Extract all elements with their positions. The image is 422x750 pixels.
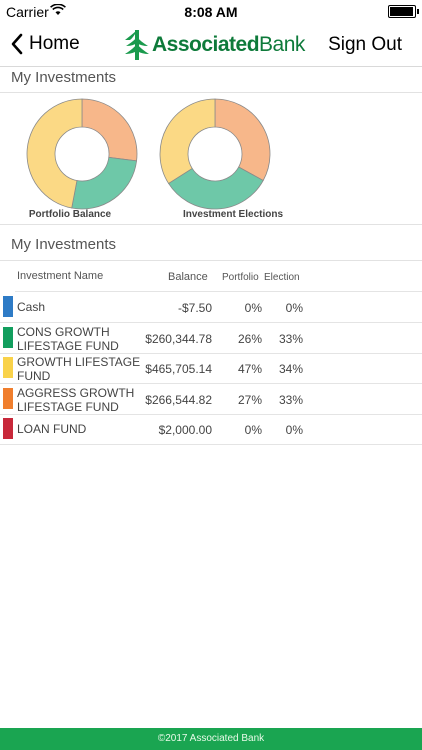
investment-name: AGGRESS GROWTH LIFESTAGE FUND [17, 386, 134, 414]
tree-logo-icon [125, 30, 149, 60]
investment-name-line1: AGGRESS GROWTH [17, 386, 135, 400]
investment-name-line2: FUND [17, 369, 51, 383]
divider [0, 260, 422, 261]
table-row[interactable]: GROWTH LIFESTAGE FUND $465,705.14 47% 34% [0, 353, 422, 383]
election-percent: 33% [278, 332, 303, 346]
portfolio-percent: 27% [237, 393, 262, 407]
balance-value: $260,344.78 [145, 332, 212, 346]
investment-name-line1: CONS GROWTH [17, 325, 110, 339]
table-row[interactable]: AGGRESS GROWTH LIFESTAGE FUND $266,544.82 2… [0, 384, 422, 414]
row-color-swatch [3, 357, 13, 378]
battery-icon [388, 5, 419, 18]
divider [0, 92, 422, 93]
navigation-bar: Home AssociatedBank Sign Out [0, 22, 422, 67]
elections-slice-aggress-growth-lifestage-fund [214, 98, 271, 182]
footer: ©2017 Associated Bank [0, 728, 422, 750]
portfolio-percent: 47% [237, 362, 262, 376]
section-title-table: My Investments [11, 236, 117, 253]
investment-name: GROWTH LIFESTAGE FUND [17, 355, 140, 383]
status-time: 8:08 AM [184, 4, 238, 20]
row-color-swatch [3, 418, 13, 439]
balance-value: $2,000.00 [158, 423, 212, 437]
portfolio-slice-cons-growth-lifestage-fund [71, 156, 138, 210]
election-percent: 0% [285, 301, 303, 315]
row-color-swatch [3, 327, 13, 348]
column-header-investment-name: Investment Name [17, 270, 104, 282]
back-button[interactable]: Home [10, 31, 80, 57]
investment-name: LOAN FUND [17, 422, 86, 436]
table-row[interactable]: LOAN FUND $2,000.00 0% 0% [0, 414, 422, 444]
investment-name-line2: LIFESTAGE FUND [17, 400, 119, 414]
elections-slice-growth-lifestage-fund [159, 98, 216, 185]
back-button-label: Home [29, 33, 80, 54]
election-percent: 0% [285, 423, 303, 437]
sign-out-button[interactable]: Sign Out [328, 34, 402, 56]
table-row[interactable]: Cash -$7.50 0% 0% [0, 292, 422, 322]
balance-value: $465,705.14 [145, 362, 212, 376]
row-color-swatch [3, 388, 13, 409]
section-title-charts: My Investments [11, 69, 117, 86]
row-color-swatch [3, 296, 13, 317]
status-bar: Carrier 8:08 AM [0, 0, 422, 22]
portfolio-percent: 0% [244, 423, 262, 437]
associated-bank-logo: AssociatedBank [122, 28, 305, 62]
investment-name: CONS GROWTH LIFESTAGE FUND [17, 325, 119, 353]
investment-name-line1: GROWTH LIFESTAGE [17, 355, 141, 369]
column-header-balance: Balance [168, 271, 208, 283]
divider [0, 224, 422, 225]
portfolio-balance-donut-chart [26, 98, 138, 210]
column-header-election: Election [264, 272, 300, 283]
investment-name: Cash [17, 300, 45, 314]
portfolio-slice-growth-lifestage-fund [26, 98, 83, 209]
portfolio-percent: 0% [244, 301, 262, 315]
investment-name-line1: Cash [17, 300, 46, 314]
investment-elections-donut-chart [159, 98, 271, 210]
portfolio-slice-aggress-growth-lifestage-fund [81, 98, 138, 162]
chevron-left-icon [11, 33, 23, 55]
balance-value: -$7.50 [177, 301, 212, 315]
election-percent: 34% [278, 362, 303, 376]
election-percent: 33% [278, 393, 303, 407]
portfolio-balance-chart-label: Portfolio Balance [28, 209, 112, 220]
investment-elections-chart-label: Investment Elections [182, 209, 284, 220]
row-divider [0, 444, 422, 445]
table-row[interactable]: CONS GROWTH LIFESTAGE FUND $260,344.78 26% 3… [0, 323, 422, 353]
logo-wordmark: AssociatedBank [152, 33, 305, 56]
investment-name-line1: LOAN FUND [17, 422, 87, 436]
portfolio-percent: 26% [237, 332, 262, 346]
investment-name-line2: LIFESTAGE FUND [17, 339, 119, 353]
balance-value: $266,544.82 [145, 393, 212, 407]
column-header-portfolio: Portfolio [222, 272, 259, 283]
